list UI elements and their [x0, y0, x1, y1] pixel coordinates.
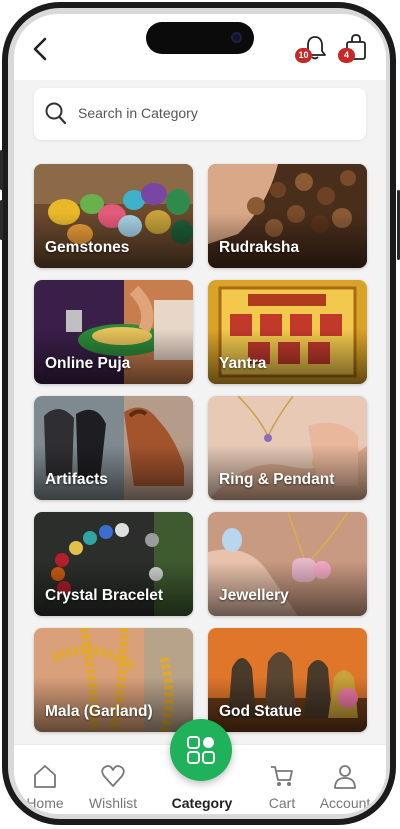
category-tile-god-statue[interactable]: God Statue	[208, 628, 367, 732]
cart-count-badge: 4	[338, 48, 355, 63]
category-label: Artifacts	[45, 471, 108, 488]
category-tile-gemstones[interactable]: Gemstones	[34, 164, 193, 268]
category-label: Ring & Pendant	[219, 471, 335, 488]
category-tile-rudraksha[interactable]: Rudraksha	[208, 164, 367, 268]
notification-button[interactable]: 10	[295, 34, 328, 63]
nav-category-label: Category	[171, 795, 233, 811]
camera-icon	[231, 32, 242, 43]
cart-bag-button[interactable]: 4	[338, 32, 368, 63]
volume-button	[0, 150, 3, 190]
nav-home[interactable]: Home	[14, 745, 80, 814]
nav-wishlist[interactable]: Wishlist	[78, 745, 148, 814]
home-icon	[34, 765, 56, 788]
cart-icon	[271, 766, 293, 786]
category-tile-mala[interactable]: Mala (Garland)	[34, 628, 193, 732]
nav-account[interactable]: Account	[310, 745, 380, 814]
category-tile-online-puja[interactable]: Online Puja	[34, 280, 193, 384]
volume-button	[0, 200, 3, 240]
nav-cart-label: Cart	[268, 795, 296, 811]
category-tile-artifacts[interactable]: Artifacts	[34, 396, 193, 500]
heart-icon	[101, 765, 125, 787]
top-bar: 10 4	[14, 14, 386, 80]
category-label: Yantra	[219, 355, 267, 372]
category-tile-jewellery[interactable]: Jewellery	[208, 512, 367, 616]
search-icon	[45, 102, 67, 125]
category-tile-ring-pendant[interactable]: Ring & Pendant	[208, 396, 367, 500]
category-label: God Statue	[219, 703, 302, 720]
search-input[interactable]: Search in Category	[34, 88, 366, 140]
dynamic-island	[146, 22, 254, 54]
nav-account-label: Account	[319, 795, 371, 811]
category-label: Mala (Garland)	[45, 703, 153, 720]
category-label: Jewellery	[219, 587, 289, 604]
category-tile-crystal-bracelet[interactable]: Crystal Bracelet	[34, 512, 193, 616]
nav-home-label: Home	[26, 795, 64, 811]
search-placeholder: Search in Category	[78, 105, 198, 121]
app-screen: 10 4 Search in Category Gemstones Rudrak…	[14, 14, 386, 814]
back-arrow-icon[interactable]	[30, 36, 52, 62]
category-fab-button[interactable]	[170, 719, 232, 781]
category-label: Rudraksha	[219, 239, 300, 256]
nav-cart[interactable]: Cart	[247, 745, 317, 814]
grid-icon	[187, 736, 215, 764]
user-icon	[334, 765, 356, 789]
category-label: Gemstones	[45, 239, 130, 256]
category-label: Crystal Bracelet	[45, 587, 164, 604]
notification-count-badge: 10	[295, 48, 312, 63]
category-label: Online Puja	[45, 355, 131, 372]
category-tile-yantra[interactable]: Yantra	[208, 280, 367, 384]
nav-wishlist-label: Wishlist	[88, 795, 138, 811]
